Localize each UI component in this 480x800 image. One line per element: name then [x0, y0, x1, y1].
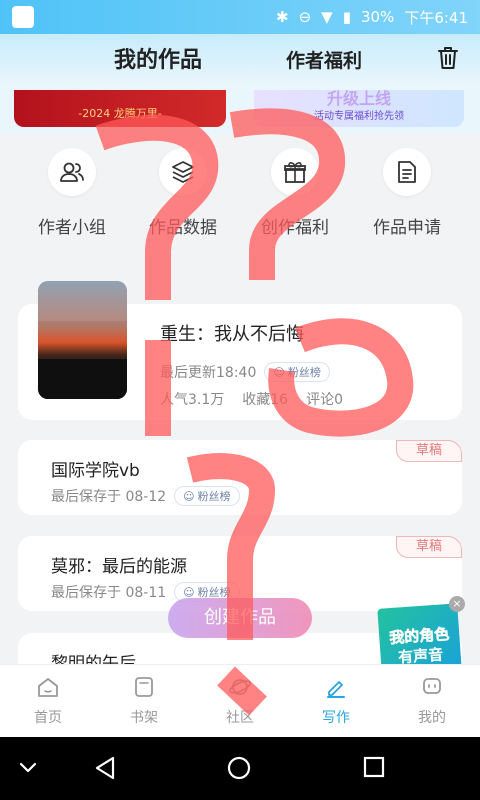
saved-time: 最后保存于 08-11 [51, 585, 167, 601]
fans-rank-badge[interactable]: ☺ 粉丝榜 [264, 362, 330, 382]
home-circle-icon[interactable] [226, 755, 252, 781]
nav-label: 社区 [226, 710, 254, 726]
nav-label: 写作 [322, 710, 350, 726]
nav-profile[interactable]: 我的 [384, 675, 480, 727]
quick-label: 作品数据 [149, 218, 217, 238]
draft-tag: 草稿 [396, 440, 462, 462]
planet-icon [229, 679, 251, 695]
nav-label: 首页 [34, 710, 62, 726]
app-notification-icon [12, 6, 34, 28]
nav-bookshelf[interactable]: 书架 [96, 675, 192, 727]
comments: 评论0 [306, 392, 344, 408]
banner-subtitle: 活动专属福利抢先领 [314, 111, 404, 122]
nav-label: 我的 [418, 710, 446, 726]
banner-upgrade[interactable]: 升级上线 活动专属福利抢先领 [254, 90, 464, 127]
status-bar: ✱ ⊖ ▼ ▮ 30% 下午6:41 [0, 0, 480, 34]
battery-percent: 30% [360, 8, 395, 26]
work-title: 重生：我从不后悔 [160, 324, 304, 345]
trash-icon[interactable] [434, 44, 462, 72]
wifi-icon: ▼ [321, 8, 333, 26]
quick-label: 作品申请 [373, 218, 441, 238]
draft-meta: 最后保存于 08-12 ☺ 粉丝榜 [51, 486, 240, 506]
banner-title: 升级上线 [326, 89, 391, 108]
quick-work-apply[interactable]: 作品申请 [352, 148, 462, 238]
banner-text: -2024 龙腾万里- [78, 107, 162, 120]
dnd-icon: ⊖ [298, 8, 312, 26]
work-meta-update: 最后更新18:40 ☺ 粉丝榜 [160, 362, 330, 382]
draft-card[interactable]: 草稿 国际学院vb 最后保存于 08-12 ☺ 粉丝榜 [18, 440, 462, 515]
nav-writing[interactable]: 写作 [288, 675, 384, 727]
battery-icon: ▮ [342, 8, 351, 26]
draft-tag: 草稿 [396, 536, 462, 558]
quick-creation-welfare[interactable]: 创作福利 [240, 148, 350, 238]
profile-icon [423, 678, 441, 694]
banner-dragon-year[interactable]: -2024 龙腾万里- [14, 90, 226, 127]
fans-rank-badge[interactable]: ☺ 粉丝榜 [174, 486, 240, 506]
bluetooth-icon: ✱ [276, 8, 289, 26]
nav-home[interactable]: 首页 [0, 675, 96, 727]
home-icon [38, 678, 58, 697]
draft-title: 莫邪：最后的能源 [51, 557, 187, 577]
fans-rank-label: 粉丝榜 [197, 490, 231, 503]
layers-icon [172, 161, 194, 183]
quick-label: 作者小组 [38, 218, 106, 238]
fans-rank-label: 粉丝榜 [287, 366, 321, 379]
create-work-button[interactable]: 创建作品 [168, 598, 312, 638]
nav-community[interactable]: 社区 [192, 675, 288, 727]
nav-label: 书架 [130, 710, 158, 726]
work-stats: 人气3.1万 收藏16 评论0 [160, 389, 343, 409]
favorites: 收藏16 [242, 392, 289, 408]
person-icon: ☺ [183, 489, 195, 503]
quick-author-group[interactable]: 作者小组 [17, 148, 127, 238]
close-icon[interactable]: × [449, 596, 465, 612]
person-icon: ☺ [273, 365, 285, 379]
last-update: 最后更新18:40 [160, 365, 257, 381]
document-icon [398, 161, 416, 183]
person-icon: ☺ [183, 585, 195, 599]
gift-icon [284, 162, 306, 183]
group-icon [60, 162, 84, 182]
draft-title: 国际学院vb [51, 461, 140, 481]
top-header: 我的作品 作者福利 [0, 34, 480, 84]
pen-icon [327, 681, 345, 698]
system-nav-bar [0, 737, 480, 800]
bottom-nav: 首页 书架 社区 写作 我的 [0, 664, 480, 737]
popularity: 人气3.1万 [160, 392, 225, 408]
tab-author-welfare[interactable]: 作者福利 [286, 46, 362, 73]
tab-my-works[interactable]: 我的作品 [114, 42, 202, 74]
quick-label: 创作福利 [261, 218, 329, 238]
saved-time: 最后保存于 08-12 [51, 489, 167, 505]
quick-actions: 作者小组 作品数据 创作福利 作品申请 [0, 148, 480, 238]
recents-icon[interactable] [362, 755, 386, 779]
bookshelf-icon [135, 677, 153, 697]
chevron-down-icon[interactable] [16, 755, 40, 779]
back-icon[interactable] [92, 755, 118, 781]
clock: 下午6:41 [404, 8, 468, 27]
quick-work-data[interactable]: 作品数据 [128, 148, 238, 238]
work-cover-image[interactable] [38, 281, 127, 399]
